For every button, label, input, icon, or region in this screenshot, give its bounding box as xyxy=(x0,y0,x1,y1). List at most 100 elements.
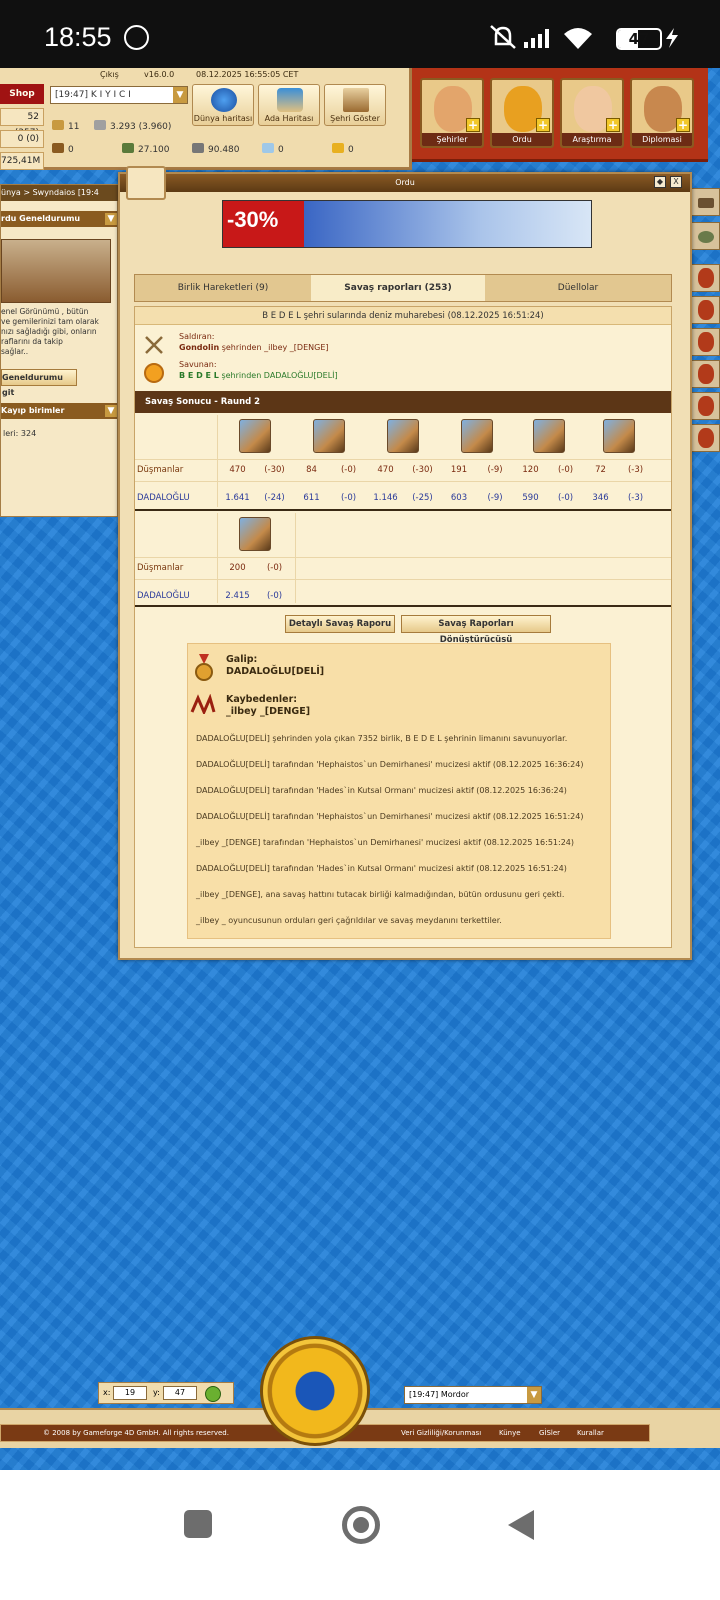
chevron-down-icon[interactable]: ▼ xyxy=(105,213,117,225)
advisor-diplomacy[interactable]: + Diplomasi xyxy=(630,78,694,148)
exit-link[interactable]: Çıkış xyxy=(100,70,119,79)
back-icon[interactable] xyxy=(506,1508,536,1542)
report-heading: B E D E L şehri sularında deniz muharebe… xyxy=(135,307,671,325)
army-overview-text: enel Görünümü , bütün ve gemilerinizi ta… xyxy=(1,307,111,357)
army-window-icon xyxy=(126,166,166,200)
winner-name[interactable]: DADALOĞLU[DELİ] xyxy=(226,666,324,677)
unit-icon-ship-6[interactable] xyxy=(603,419,635,453)
advisor-cities-label: Şehirler xyxy=(422,133,482,146)
wifi-icon xyxy=(564,28,592,49)
advisor-research[interactable]: + Araştırma xyxy=(560,78,624,148)
unit-icon-ship-1[interactable] xyxy=(239,419,271,453)
attacker-player[interactable]: şehrinden _ilbey _[DENGE] xyxy=(222,343,329,352)
army-overview-header: rdu Geneldurumu ▼ xyxy=(1,211,117,227)
compass-button[interactable] xyxy=(260,1336,370,1446)
imprint-link[interactable]: Künye xyxy=(499,1425,521,1441)
army-overview-image xyxy=(1,239,111,303)
tab-unit-movements[interactable]: Birlik Hareketleri (9) xyxy=(135,275,311,301)
resource-movements: 11 xyxy=(52,120,79,132)
promo-discount: -30% xyxy=(227,207,279,232)
shop-button[interactable]: Shop xyxy=(0,84,44,104)
stone-icon xyxy=(122,143,134,153)
recents-icon[interactable] xyxy=(184,1510,212,1538)
y-input[interactable]: 47 xyxy=(163,1386,197,1400)
gold-icon xyxy=(332,143,344,153)
chevron-down-icon[interactable]: ▼ xyxy=(173,87,187,103)
army-window: Ordu ◆ X -30% Birlik Hareketleri (9) Sav… xyxy=(118,166,692,960)
unit-icon-ship-2[interactable] xyxy=(313,419,345,453)
right-quickbar xyxy=(690,188,720,468)
city-select[interactable]: [19:47] K I Y I C I ▼ xyxy=(50,86,188,104)
winner-label: Galip: xyxy=(226,654,258,665)
go-overview-button[interactable]: Geneldurumu git xyxy=(1,369,77,397)
breadcrumb-city[interactable]: Swyndaios [19:4 xyxy=(33,188,99,197)
hero-button-3[interactable] xyxy=(690,328,720,356)
refresh-icon[interactable] xyxy=(205,1386,221,1402)
hero-icon xyxy=(698,268,714,288)
resource-stone: 27.100 xyxy=(122,143,170,155)
hero-button-2[interactable] xyxy=(690,296,720,324)
unit-count: 470 xyxy=(377,465,394,475)
self-row-label: DADALOĞLU xyxy=(137,493,190,503)
ship-button[interactable] xyxy=(690,188,720,216)
unit-icon-ship-5[interactable] xyxy=(533,419,565,453)
losers-name[interactable]: _ilbey _[DENGE] xyxy=(226,706,310,717)
report-converter-button[interactable]: Savaş Raporları Dönüştürücüsü xyxy=(401,615,551,645)
gold-value: 0 xyxy=(348,145,354,155)
favor-value: 0 xyxy=(278,145,284,155)
resource-population: 3.293 (3.960) xyxy=(94,120,171,132)
terms-link[interactable]: GİSler xyxy=(539,1425,560,1441)
privacy-link[interactable]: Veri Gizliliği/Korunması xyxy=(401,1425,481,1441)
advisor-cities[interactable]: + Şehirler xyxy=(420,78,484,148)
breadcrumb[interactable]: ünya > Swyndaios [19:4 xyxy=(1,185,119,201)
defender-player[interactable]: şehrinden DADALOĞLU[DELİ] xyxy=(221,371,337,380)
world-map-button[interactable]: Dünya haritası xyxy=(192,84,254,126)
island-button[interactable] xyxy=(690,222,720,250)
tab-duels[interactable]: Düellolar xyxy=(485,275,671,301)
unit-loss: (-30) xyxy=(264,465,285,475)
defender-city[interactable]: B E D E L xyxy=(179,371,219,380)
ship-icon xyxy=(698,198,714,208)
hero-button-5[interactable] xyxy=(690,392,720,420)
plus-icon[interactable]: + xyxy=(606,118,620,132)
round-header: Savaş Sonucu - Raund 2 xyxy=(135,391,671,413)
breadcrumb-world[interactable]: ünya > xyxy=(1,188,30,197)
army-overview-title: rdu Geneldurumu xyxy=(1,214,81,223)
crossed-swords-icon xyxy=(145,336,163,354)
unit-loss: (-0) xyxy=(557,465,574,475)
hero-button-6[interactable] xyxy=(690,424,720,452)
island-map-button[interactable]: Ada Haritası xyxy=(258,84,320,126)
x-label: x: xyxy=(103,1388,111,1397)
unit-icon-ship-3[interactable] xyxy=(387,419,419,453)
plus-icon[interactable]: + xyxy=(466,118,480,132)
close-icon[interactable]: X xyxy=(670,176,682,188)
plus-icon[interactable]: + xyxy=(676,118,690,132)
unit-icon-ship-7[interactable] xyxy=(239,517,271,551)
lost-units-header: Kayıp birimler ▼ xyxy=(1,403,117,419)
promo-banner[interactable]: -30% xyxy=(222,200,592,248)
x-input[interactable]: 19 xyxy=(113,1386,147,1400)
overview-line: ve gemilerinizi tam olarak xyxy=(1,317,99,326)
town-select[interactable]: [19:47] Mordor ▼ xyxy=(404,1386,542,1404)
resource-gold: 0 xyxy=(332,143,354,155)
game-viewport[interactable]: Çıkış v16.0.0 08.12.2025 16:55:05 CET Sh… xyxy=(0,68,720,1470)
chevron-down-icon[interactable]: ▼ xyxy=(527,1387,541,1403)
attacker-city[interactable]: Gondolin xyxy=(179,343,219,352)
rules-link[interactable]: Kurallar xyxy=(577,1425,604,1441)
plus-icon[interactable]: + xyxy=(536,118,550,132)
detailed-report-button[interactable]: Detaylı Savaş Raporu xyxy=(285,615,395,633)
show-city-button[interactable]: Şehri Göster xyxy=(324,84,386,126)
home-icon[interactable] xyxy=(342,1506,380,1544)
back-icon[interactable]: ◆ xyxy=(654,176,666,188)
advisor-research-label: Araştırma xyxy=(562,133,622,146)
unit-icon-ship-4[interactable] xyxy=(461,419,493,453)
hero-button-4[interactable] xyxy=(690,360,720,388)
tab-battle-reports[interactable]: Savaş raporları (253) xyxy=(311,275,485,301)
island-map-label: Ada Haritası xyxy=(264,114,314,123)
battle-result: Galip: DADALOĞLU[DELİ] Kaybedenler: _ilb… xyxy=(187,643,611,939)
chevron-down-icon[interactable]: ▼ xyxy=(105,405,117,417)
advisor-army[interactable]: + Ordu xyxy=(490,78,554,148)
unit-loss: (-0) xyxy=(266,591,283,601)
hero-icon xyxy=(698,332,714,352)
hero-button-1[interactable] xyxy=(690,264,720,292)
